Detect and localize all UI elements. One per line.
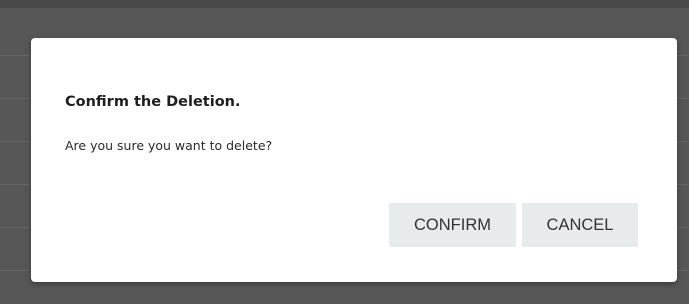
dialog-message: Are you sure you want to delete? bbox=[65, 138, 273, 153]
confirm-delete-dialog: Confirm the Deletion. Are you sure you w… bbox=[31, 38, 677, 282]
cancel-button[interactable]: CANCEL bbox=[522, 203, 638, 247]
confirm-button[interactable]: CONFIRM bbox=[389, 203, 516, 247]
dialog-title: Confirm the Deletion. bbox=[65, 94, 241, 110]
page-header-band bbox=[0, 0, 689, 8]
